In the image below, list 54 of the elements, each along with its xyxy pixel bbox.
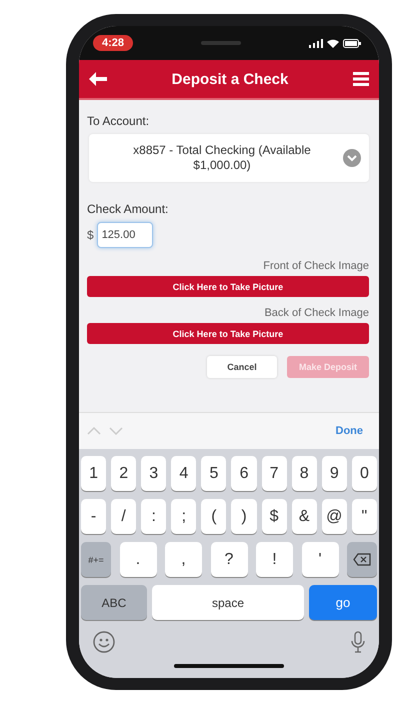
keyboard-key[interactable]: : xyxy=(141,499,166,534)
microphone-icon[interactable] xyxy=(351,631,365,653)
keyboard-key[interactable]: 2 xyxy=(111,456,136,491)
status-time: 4:28 xyxy=(93,35,134,51)
keyboard-key[interactable]: $ xyxy=(262,499,287,534)
backspace-key[interactable] xyxy=(347,542,377,577)
amount-field[interactable]: 125.00 xyxy=(96,222,153,248)
back-arrow-icon[interactable] xyxy=(89,72,107,86)
keyboard-key[interactable]: ) xyxy=(231,499,257,534)
next-field-icon[interactable] xyxy=(109,427,123,435)
backspace-icon xyxy=(353,553,371,566)
keyboard-key[interactable]: & xyxy=(292,499,317,534)
keyboard-key[interactable]: ( xyxy=(201,499,226,534)
cancel-button[interactable]: Cancel xyxy=(207,356,277,378)
account-select[interactable]: x8857 - Total Checking (Available $1,000.00) xyxy=(89,134,369,182)
emoji-icon[interactable] xyxy=(93,631,115,653)
image-label: Back of Check Image xyxy=(263,307,369,319)
keyboard-key[interactable]: @ xyxy=(322,499,347,534)
keyboard-key[interactable]: 1 xyxy=(81,456,106,491)
keyboard-key[interactable]: . xyxy=(120,542,156,577)
keyboard-key[interactable]: ; xyxy=(171,499,196,534)
keyboard-key[interactable]: - xyxy=(81,499,106,534)
previous-field-icon[interactable] xyxy=(87,427,101,435)
take-picture-button[interactable]: Click Here to Take Picture xyxy=(87,323,369,344)
wifi-icon xyxy=(327,38,339,48)
account-label: To Account: xyxy=(87,114,150,128)
keyboard-key[interactable]: , xyxy=(165,542,202,577)
menu-icon[interactable] xyxy=(353,72,369,86)
keyboard-key[interactable]: #+= xyxy=(81,542,111,577)
keyboard-key[interactable]: ! xyxy=(256,542,293,577)
screen-title: Deposit a Check xyxy=(170,70,290,88)
go-key[interactable]: go xyxy=(309,585,377,620)
keyboard-key[interactable]: ' xyxy=(302,542,338,577)
keyboard-key[interactable]: 0 xyxy=(352,456,377,491)
battery-icon xyxy=(343,38,361,48)
speaker-grille xyxy=(201,41,242,45)
keyboard-key[interactable]: 5 xyxy=(201,456,226,491)
keyboard-key[interactable]: ABC xyxy=(81,585,147,620)
currency-symbol: $ xyxy=(87,228,94,242)
keyboard-key[interactable]: 4 xyxy=(171,456,196,491)
keyboard-key[interactable]: 8 xyxy=(292,456,317,491)
space-key[interactable]: space xyxy=(152,585,304,620)
image-label: Front of Check Image xyxy=(262,260,369,272)
amount-label: Check Amount: xyxy=(87,202,170,216)
keyboard-key[interactable]: / xyxy=(111,499,136,534)
keyboard-key[interactable]: 3 xyxy=(141,456,166,491)
keyboard-key[interactable]: 9 xyxy=(322,456,347,491)
signal-icon xyxy=(309,38,323,48)
dropdown-chevron-icon xyxy=(343,149,361,167)
keyboard-key[interactable]: " xyxy=(352,499,377,534)
take-picture-button[interactable]: Click Here to Take Picture xyxy=(87,276,369,297)
keyboard-key[interactable]: 6 xyxy=(231,456,257,491)
keyboard-key[interactable]: ? xyxy=(210,542,248,577)
keyboard-key[interactable]: 7 xyxy=(262,456,287,491)
